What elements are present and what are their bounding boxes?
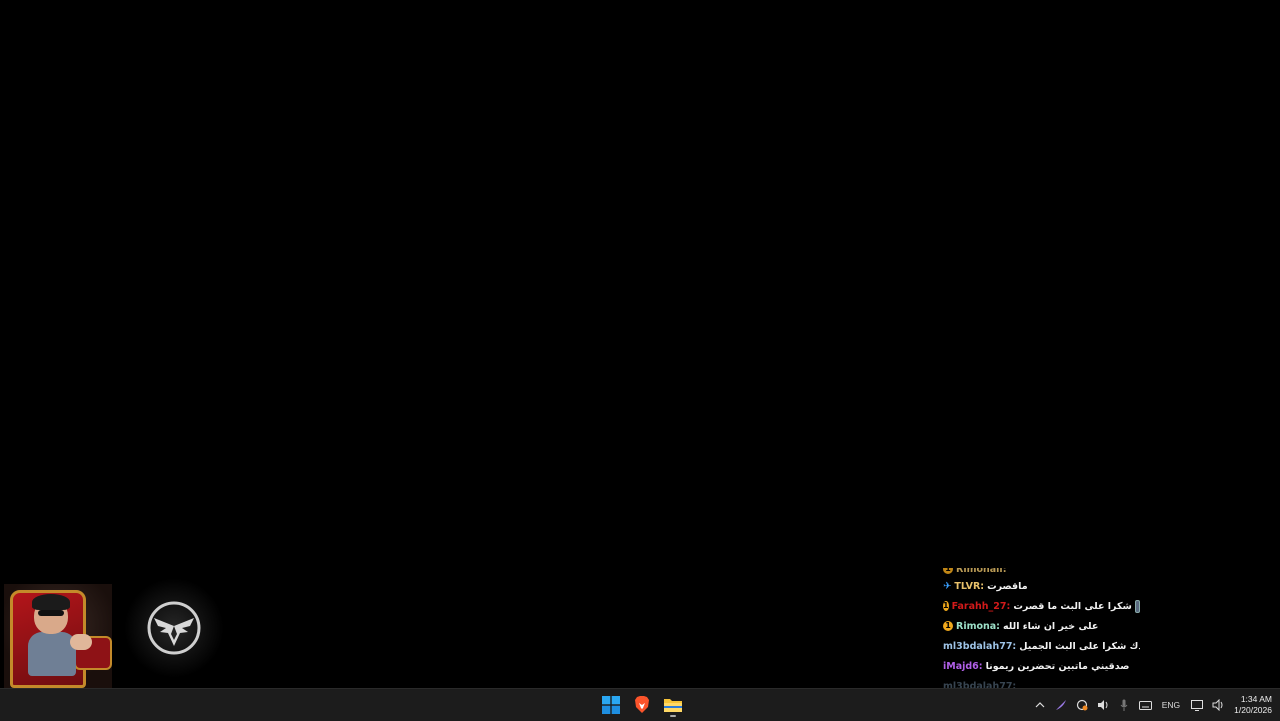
keyboard-icon[interactable] (1135, 689, 1156, 721)
clock-time: 1:34 AM (1240, 694, 1272, 704)
taskbar: ENG 1:34 AM 1/20/2026 (0, 688, 1280, 721)
shield-eagle-icon (147, 601, 201, 655)
chat-username[interactable]: Rimonaاا: (956, 568, 1007, 575)
moderator-badge-icon: ✈ (943, 580, 952, 592)
speaker-icon[interactable] (1093, 689, 1114, 721)
chat-username[interactable]: ml3bdalah77: (943, 681, 1016, 689)
windows-icon (601, 695, 620, 714)
folder-icon (663, 698, 682, 712)
show-hidden-icons-chevron-icon[interactable] (1030, 689, 1051, 721)
chat-text: على خير ان شاء الله (1002, 620, 1099, 632)
desktop: 1 Rimonaاا: ✈ TLVR: ماقصرت 1 Farahh_27: شكرا عل… (0, 0, 1280, 688)
chat-message: ✈ TLVR: ماقصرت (940, 576, 1140, 596)
chat-text: ماقصرت (987, 580, 1028, 592)
volume-icon[interactable] (1207, 689, 1228, 721)
taskbar-apps (598, 692, 685, 717)
clock-date: 1/20/2026 (1234, 705, 1272, 715)
chat-message: 1 Rimona: على خير ان شاء الله (940, 616, 1140, 636)
subscriber-badge-icon: 1 (943, 568, 953, 574)
stream-chat-overlay: 1 Rimonaاا: ✈ TLVR: ماقصرت 1 Farahh_27: شكرا عل… (940, 568, 1140, 688)
chat-text: صدقيني ماتبين تحضرين ريمونا (985, 660, 1130, 672)
sync-status-icon[interactable] (1072, 689, 1093, 721)
person-hand (70, 634, 92, 650)
brave-icon (634, 695, 649, 713)
chat-username[interactable]: ml3bdalah77: (943, 641, 1016, 652)
chat-message: 1 Farahh_27: شكرا على البث ما قصرت (940, 596, 1140, 616)
person-body (28, 632, 76, 676)
start-button[interactable] (598, 692, 623, 717)
feather-app-icon[interactable] (1051, 689, 1072, 721)
person-hair (32, 594, 70, 610)
microphone-icon[interactable] (1114, 689, 1135, 721)
file-explorer-button[interactable] (660, 692, 685, 717)
chat-message: 1 Rimonaاا: (940, 568, 1140, 576)
chat-message: ml3bdalah77:الله يسعدك شكرا على البث الج… (940, 636, 1140, 656)
webcam-overlay (4, 584, 112, 688)
chat-text: الله يسعدك شكرا على البث الجميل (1019, 640, 1140, 652)
shield-logo (120, 574, 228, 682)
language-indicator[interactable]: ENG (1156, 700, 1186, 710)
chat-username[interactable]: Rimona: (956, 621, 1000, 632)
chat-message: ml3bdalah77: (940, 676, 1140, 689)
chat-username[interactable]: Farahh_27: (952, 601, 1011, 612)
clock[interactable]: 1:34 AM 1/20/2026 (1228, 694, 1272, 716)
subscriber-badge-icon: 1 (943, 601, 949, 611)
chat-emote-icon (1134, 599, 1140, 613)
chat-text: شكرا على البث ما قصرت (1013, 600, 1132, 612)
subscriber-badge-icon: 1 (943, 621, 953, 631)
network-icon[interactable] (1186, 689, 1207, 721)
chat-username[interactable]: TLVR: (954, 581, 984, 592)
brave-browser-button[interactable] (629, 692, 654, 717)
chat-message: iMajd6: صدقيني ماتبين تحضرين ريمونا (940, 656, 1140, 676)
person-glasses (38, 610, 64, 616)
chat-username[interactable]: iMajd6: (943, 661, 983, 672)
system-tray: ENG 1:34 AM 1/20/2026 (1030, 689, 1272, 721)
